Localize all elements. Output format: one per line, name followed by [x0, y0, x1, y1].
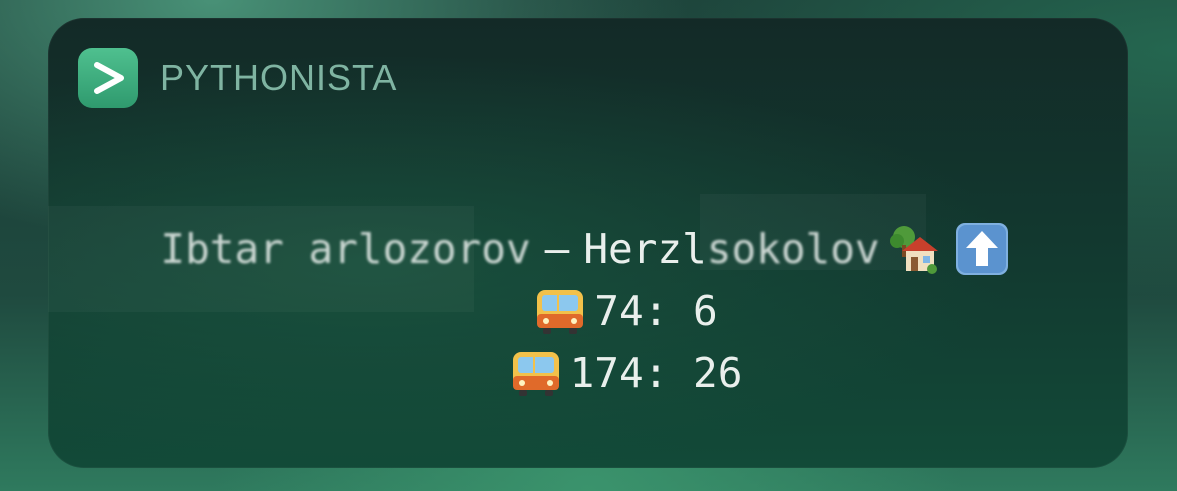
redacted-origin-text: Ibtar arlozorov — [160, 225, 531, 273]
pythonista-chevron-icon — [78, 48, 138, 108]
bus-arrival-text: 174: 26 — [569, 349, 743, 397]
house-with-garden-icon — [886, 221, 942, 277]
up-arrow-icon — [954, 221, 1010, 277]
pythonista-widget[interactable]: PYTHONISTA Ibtar arlozorov – Herzl sokol… — [48, 18, 1128, 468]
widget-header: PYTHONISTA — [78, 48, 397, 108]
bus-icon — [508, 345, 564, 401]
app-name: PYTHONISTA — [160, 57, 398, 98]
route-line: Ibtar arlozorov – Herzl sokolov — [48, 218, 1128, 280]
bus-icon — [532, 283, 588, 339]
destination-text: Herzl — [583, 225, 707, 273]
bus-row: 174: 26 — [116, 342, 1128, 404]
redacted-destination-text: sokolov — [706, 225, 880, 273]
bus-row: 74: 6 — [116, 280, 1128, 342]
widget-content: Ibtar arlozorov – Herzl sokolov 74: 6 17… — [48, 218, 1128, 404]
bus-arrival-text: 74: 6 — [594, 287, 718, 335]
route-separator: – — [544, 225, 570, 273]
